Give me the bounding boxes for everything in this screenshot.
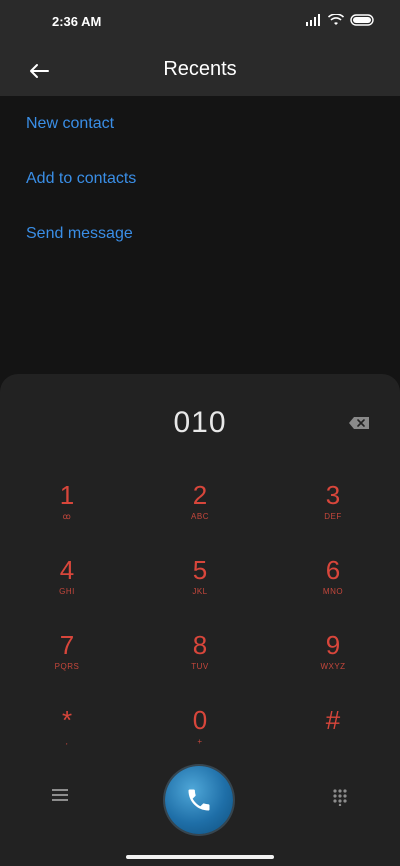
backspace-icon <box>349 417 369 429</box>
send-message-link[interactable]: Send message <box>26 224 136 244</box>
number-actions: New contact Add to contacts Send message <box>26 114 136 279</box>
key-0[interactable]: 0 + <box>160 705 240 765</box>
status-bar: 2:36 AM <box>0 0 400 44</box>
keypad-toggle-button[interactable] <box>332 788 348 811</box>
key-digit: 7 <box>59 630 75 660</box>
key-digit: 8 <box>192 630 208 660</box>
key-star[interactable]: * , <box>27 705 107 765</box>
voicemail-icon: ꝏ <box>62 512 72 521</box>
status-icons <box>306 14 376 26</box>
key-4[interactable]: 4 GHI <box>27 555 107 615</box>
key-digit: * <box>61 705 73 735</box>
page-title: Recents <box>163 58 237 80</box>
top-bar: Recents <box>0 44 400 96</box>
key-digit: 9 <box>325 630 341 660</box>
key-letters: GHI <box>59 587 75 596</box>
dialer-bottom-row <box>0 758 400 838</box>
key-9[interactable]: 9 WXYZ <box>293 630 373 690</box>
key-letters: + <box>197 737 203 746</box>
key-digit: 5 <box>192 555 208 585</box>
signal-icon <box>306 14 320 26</box>
add-to-contacts-link[interactable]: Add to contacts <box>26 169 136 189</box>
key-letters: MNO <box>322 587 344 596</box>
key-letters: PQRS <box>54 662 80 671</box>
key-digit: 4 <box>59 555 75 585</box>
battery-icon <box>350 14 374 26</box>
key-digit: 6 <box>325 555 341 585</box>
key-letters: WXYZ <box>320 662 346 671</box>
backspace-button[interactable] <box>348 416 370 435</box>
wifi-icon <box>328 14 344 25</box>
key-digit: 3 <box>325 480 341 510</box>
key-digit: # <box>325 705 341 735</box>
new-contact-link[interactable]: New contact <box>26 114 136 134</box>
key-3[interactable]: 3 DEF <box>293 480 373 540</box>
dialed-number: 010 <box>173 406 227 439</box>
menu-icon <box>52 789 68 801</box>
call-button[interactable] <box>165 766 233 834</box>
key-letters: TUV <box>191 662 209 671</box>
status-time: 2:36 AM <box>52 14 102 29</box>
key-8[interactable]: 8 TUV <box>160 630 240 690</box>
key-digit: 0 <box>192 705 208 735</box>
key-1[interactable]: 1 ꝏ <box>27 480 107 540</box>
key-letters: ABC <box>191 512 209 521</box>
key-2[interactable]: 2 ABC <box>160 480 240 540</box>
menu-button[interactable] <box>52 788 68 807</box>
key-letters: DEF <box>324 512 342 521</box>
home-indicator[interactable] <box>126 855 274 859</box>
key-letters: , <box>65 737 69 746</box>
key-7[interactable]: 7 PQRS <box>27 630 107 690</box>
phone-icon <box>188 789 210 811</box>
keypad-icon <box>333 789 347 807</box>
key-hash[interactable]: # <box>293 705 373 765</box>
dialpad-panel: 010 1 ꝏ 2 ABC 3 DEF 4 GHI 5 JKL 6 MNO 7 … <box>0 374 400 866</box>
key-digit: 1 <box>59 480 75 510</box>
key-digit: 2 <box>192 480 208 510</box>
key-6[interactable]: 6 MNO <box>293 555 373 615</box>
key-letters: JKL <box>192 587 208 596</box>
key-5[interactable]: 5 JKL <box>160 555 240 615</box>
